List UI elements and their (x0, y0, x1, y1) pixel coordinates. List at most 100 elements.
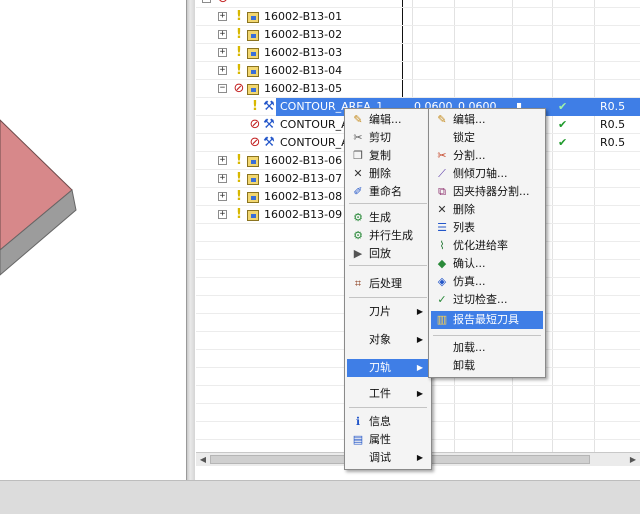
holder-split-icon: ⧉ (438, 185, 446, 198)
scroll-left-icon[interactable]: ◀ (196, 454, 210, 466)
bulb-icon: ! (236, 63, 242, 78)
program-folder-icon (247, 174, 259, 185)
bulb-icon: ! (252, 99, 258, 114)
context-menu: ✎ 编辑... ✂ 剪切 ❐ 复制 ✕ 删除 ✐ 重命名 ⚙ 生成 ⚙ 并行生成… (344, 108, 432, 470)
menu-item-debug[interactable]: 调试 ▶ (347, 449, 429, 467)
submenu-item-unload[interactable]: 卸载 (431, 357, 543, 375)
submenu-item-load[interactable]: 加载... (431, 339, 543, 357)
submenu-arrow-icon: ▶ (416, 335, 423, 344)
submenu-item-lock[interactable]: 锁定 (431, 129, 543, 147)
parallel-generate-icon: ⚙ (353, 229, 363, 242)
tree-row-label: 16002-B13-07 (264, 172, 343, 185)
expand-icon[interactable]: + (218, 48, 227, 57)
expand-icon[interactable]: + (218, 30, 227, 39)
submenu-item-delete[interactable]: ✕ 删除 (431, 201, 543, 219)
submenu-item-verify[interactable]: ◆ 确认... (431, 255, 543, 273)
no-entry-icon: ⊘ (233, 81, 245, 96)
submenu-item-simulate[interactable]: ◈ 仿真... (431, 273, 543, 291)
program-folder-icon (247, 12, 259, 23)
simulate-icon: ◈ (437, 275, 447, 288)
program-folder-icon (247, 84, 259, 95)
menu-item-workpiece[interactable]: 工件 ▶ (347, 385, 429, 403)
check-icon: ✔ (558, 136, 568, 149)
expand-icon[interactable]: + (218, 156, 227, 165)
submenu-item-split[interactable]: ✂ 分割... (431, 147, 543, 165)
bulb-icon: ! (236, 153, 242, 168)
menu-item-properties[interactable]: ▤ 属性 (347, 431, 429, 449)
menu-item-parallel-generate[interactable]: ⚙ 并行生成 (347, 227, 429, 245)
collapse-icon[interactable]: − (202, 0, 211, 3)
viewport-border (186, 0, 195, 485)
delete-icon: ✕ (437, 203, 447, 216)
submenu-item-optimize-feed[interactable]: ⌇ 优化进给率 (431, 237, 543, 255)
graphics-viewport[interactable] (0, 0, 186, 480)
menu-item-object[interactable]: 对象 ▶ (347, 331, 429, 349)
copy-icon: ❐ (353, 149, 363, 162)
menu-separator (349, 407, 427, 408)
submenu-arrow-icon: ▶ (416, 389, 423, 398)
operation-icon: ⚒ (263, 117, 275, 132)
edit-icon: ✎ (437, 113, 447, 126)
scroll-right-icon[interactable]: ▶ (626, 454, 640, 466)
tree-row[interactable]: + ! 16002-B13-02 (196, 26, 640, 44)
program-folder-icon (247, 66, 259, 77)
menu-item-copy[interactable]: ❐ 复制 (347, 147, 429, 165)
list-icon: ☰ (437, 221, 447, 234)
collapse-icon[interactable]: − (218, 84, 227, 93)
check-icon: ✔ (558, 118, 568, 131)
menu-separator (349, 203, 427, 204)
menu-separator (433, 335, 541, 336)
menu-item-generate[interactable]: ⚙ 生成 (347, 209, 429, 227)
tree-row[interactable]: − ⊘ 16002-B13-05 (196, 80, 640, 98)
menu-item-rename[interactable]: ✐ 重命名 (347, 183, 429, 201)
submenu-item-gouge-check[interactable]: ✓ 过切检查... (431, 291, 543, 309)
expand-icon[interactable]: + (218, 12, 227, 21)
submenu-arrow-icon: ▶ (416, 363, 423, 372)
submenu-item-holder-split[interactable]: ⧉ 因夹持器分割... (431, 183, 543, 201)
tree-row[interactable]: + ! 16002-B13-01 (196, 8, 640, 26)
submenu-item-report-shortest-tool[interactable]: ▥ 报告最短刀具 (431, 311, 543, 329)
tree-row-label: 16002-B13-02 (264, 28, 343, 41)
tree-row[interactable]: + ! 16002-B13-04 (196, 62, 640, 80)
no-entry-icon: ⊘ (249, 117, 261, 132)
delete-icon: ✕ (353, 167, 363, 180)
menu-item-postprocess[interactable]: ⌗ 后处理 (347, 275, 429, 293)
menu-item-replay[interactable]: ▶ 回放 (347, 245, 429, 263)
program-folder-icon (247, 210, 259, 221)
menu-item-edit[interactable]: ✎ 编辑... (347, 111, 429, 129)
postprocess-icon: ⌗ (354, 277, 362, 290)
submenu-item-tilt-axis[interactable]: ⟋ 侧倾刀轴... (431, 165, 543, 183)
menu-item-toolpath[interactable]: 刀轨 ▶ (347, 359, 429, 377)
tree-row-label: CONTOUR_A (280, 136, 349, 149)
menu-item-cut[interactable]: ✂ 剪切 (347, 129, 429, 147)
replay-icon: ▶ (353, 247, 363, 260)
bulb-icon: ! (236, 171, 242, 186)
menu-item-info[interactable]: ℹ 信息 (347, 413, 429, 431)
menu-item-delete[interactable]: ✕ 删除 (347, 165, 429, 183)
tree-row-partial[interactable]: − ⊘ (196, 0, 640, 8)
program-folder-icon (247, 192, 259, 203)
tree-row-label: 16002-B13-05 (264, 82, 343, 95)
menu-separator (349, 297, 427, 298)
bulb-icon: ! (236, 189, 242, 204)
submenu-item-edit[interactable]: ✎ 编辑... (431, 111, 543, 129)
tree-row[interactable]: + ! 16002-B13-03 (196, 44, 640, 62)
report-tool-icon: ▥ (436, 313, 448, 326)
menu-item-insert[interactable]: 刀片 ▶ (347, 303, 429, 321)
tool-name: R0.5 (600, 118, 626, 131)
expand-icon[interactable]: + (218, 66, 227, 75)
submenu-arrow-icon: ▶ (416, 307, 423, 316)
expand-icon[interactable]: + (218, 210, 227, 219)
rename-icon: ✐ (353, 185, 363, 198)
expand-icon[interactable]: + (218, 174, 227, 183)
operation-icon: ⚒ (263, 99, 275, 114)
expand-icon[interactable]: + (218, 192, 227, 201)
tree-row-label: 16002-B13-01 (264, 10, 343, 23)
tree-row-label: 16002-B13-06 (264, 154, 343, 167)
program-folder-icon (247, 48, 259, 59)
program-folder-icon (247, 156, 259, 167)
tool-name: R0.5 (600, 136, 626, 149)
toolpath-submenu: ✎ 编辑... 锁定 ✂ 分割... ⟋ 侧倾刀轴... ⧉ 因夹持器分割...… (428, 108, 546, 378)
submenu-item-list[interactable]: ☰ 列表 (431, 219, 543, 237)
bulb-icon: ! (236, 45, 242, 60)
